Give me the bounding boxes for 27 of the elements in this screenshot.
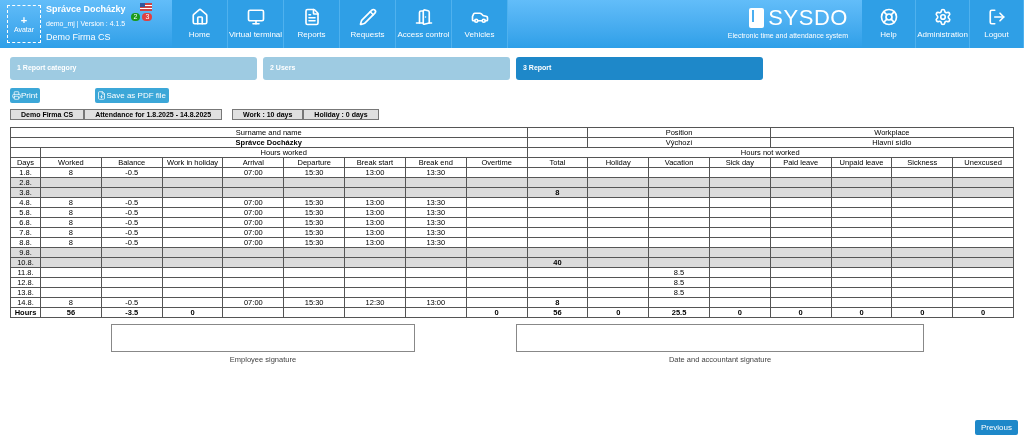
flag-icon	[140, 3, 153, 11]
user-name: Správce Docházky	[46, 3, 126, 17]
door-icon	[414, 7, 433, 26]
pen-icon	[358, 7, 377, 26]
settings-icon	[933, 7, 952, 26]
home-icon	[190, 7, 209, 26]
nav-item[interactable]: Home	[172, 0, 228, 48]
help-icon	[879, 7, 898, 26]
nav-item[interactable]: Requests	[340, 0, 396, 48]
company-name: Demo Firma CS	[46, 31, 111, 45]
nav-item[interactable]: Vehicles	[452, 0, 508, 48]
logout-icon	[987, 7, 1006, 26]
nav-item[interactable]: Logout	[970, 0, 1024, 48]
action-button[interactable]: Save as PDF file	[95, 88, 170, 103]
monitor-icon	[246, 7, 265, 26]
previous-button[interactable]: Previous	[974, 420, 1018, 435]
logo-text: SYSDO	[768, 6, 848, 29]
nav-item[interactable]: Virtual terminal	[228, 0, 284, 48]
document-icon	[97, 91, 107, 100]
nav-item[interactable]: Help	[862, 0, 916, 48]
printer-icon	[12, 91, 21, 100]
logo-icon	[749, 7, 765, 28]
nav-item[interactable]: Reports	[284, 0, 340, 48]
action-button[interactable]: Print	[10, 88, 41, 103]
document-icon	[302, 7, 321, 26]
nav-item[interactable]: Access control	[396, 0, 452, 48]
nav-item[interactable]: Administration	[916, 0, 970, 48]
